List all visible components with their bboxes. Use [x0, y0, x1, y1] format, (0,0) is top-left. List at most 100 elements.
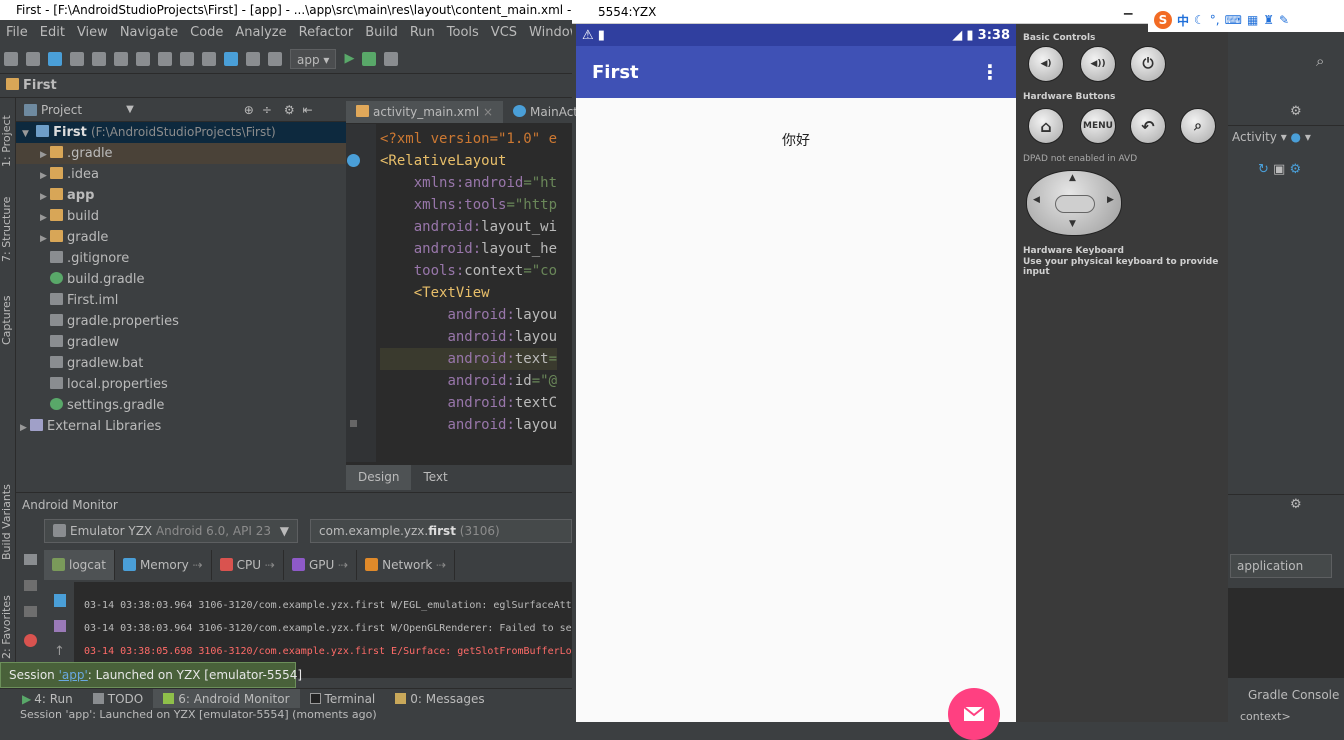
tooltip-link[interactable]: 'app': [59, 668, 88, 682]
camera-icon[interactable]: ▣: [1273, 162, 1285, 177]
menu-tools[interactable]: Tools: [441, 25, 485, 40]
fab-button[interactable]: [948, 688, 1000, 740]
tab-todo[interactable]: TODO: [83, 692, 153, 706]
tab-network[interactable]: Network ⇢: [357, 550, 456, 580]
pin-icon[interactable]: ⇢: [436, 558, 446, 572]
device-screen[interactable]: ⚠ ▮ ◢ ▮ 3:38 First ⋮ 你好: [576, 24, 1016, 740]
tab-cpu[interactable]: CPU ⇢: [212, 550, 284, 580]
tab-design[interactable]: Design: [346, 465, 412, 490]
minimize-button[interactable]: ▁: [1124, 2, 1146, 16]
chevron-down-icon[interactable]: ▼: [280, 520, 289, 542]
tree-item[interactable]: ▶ app: [16, 185, 346, 206]
side-tab-structure[interactable]: 7: Structure: [0, 194, 16, 264]
volume-down-button[interactable]: ◀): [1028, 46, 1064, 82]
ime-mode[interactable]: 中: [1177, 12, 1189, 29]
log-level-select[interactable]: application: [1230, 554, 1332, 578]
menu-view[interactable]: View: [71, 25, 114, 40]
forward-icon[interactable]: [246, 51, 260, 66]
gear-icon[interactable]: ⚙: [1290, 104, 1302, 119]
find-icon[interactable]: [180, 51, 194, 66]
shirt-icon[interactable]: ♜: [1263, 13, 1274, 27]
tab-activity-main[interactable]: activity_main.xml ×: [346, 101, 504, 123]
run-config-select[interactable]: app ▾: [290, 48, 337, 69]
tab-terminal[interactable]: Terminal: [300, 692, 386, 706]
tree-item[interactable]: ▶ build: [16, 206, 346, 227]
breadcrumb-item[interactable]: First: [23, 78, 57, 93]
expand-arrow-icon[interactable]: ▶: [40, 187, 50, 208]
undo-icon[interactable]: [70, 51, 84, 66]
gear-icon[interactable]: ⚙: [284, 103, 295, 117]
tab-gpu[interactable]: GPU ⇢: [284, 550, 358, 580]
back-icon[interactable]: [224, 51, 238, 66]
menu-refactor[interactable]: Refactor: [293, 25, 360, 40]
trash-icon[interactable]: [54, 594, 66, 607]
expand-arrow-icon[interactable]: ▶: [20, 418, 30, 439]
tree-item[interactable]: ▶ gradle: [16, 227, 346, 248]
tree-external-libraries[interactable]: ▶ External Libraries: [16, 416, 346, 437]
menu-button[interactable]: MENU: [1080, 108, 1116, 144]
tab-text[interactable]: Text: [411, 465, 459, 490]
search-button[interactable]: ⌕: [1180, 108, 1216, 144]
volume-up-button[interactable]: ◀)): [1080, 46, 1116, 82]
collapse-icon[interactable]: ÷: [262, 103, 272, 117]
open-icon[interactable]: [4, 51, 18, 66]
tab-run[interactable]: ▶ 4: Run: [0, 692, 83, 706]
locate-icon[interactable]: ⊕: [244, 103, 254, 117]
side-tab-captures[interactable]: Captures: [0, 288, 16, 352]
refresh-icon[interactable]: ↻: [1258, 162, 1269, 177]
chevron-down-icon[interactable]: ▼: [126, 104, 134, 115]
tree-item[interactable]: First.iml: [16, 290, 346, 311]
expand-arrow-icon[interactable]: ▶: [40, 145, 50, 166]
tree-item[interactable]: gradlew: [16, 332, 346, 353]
moon-icon[interactable]: ☾: [1194, 13, 1205, 27]
tree-item[interactable]: settings.gradle: [16, 395, 346, 416]
menu-vcs[interactable]: VCS: [485, 25, 523, 40]
hide-icon[interactable]: ⇤: [303, 103, 313, 117]
tools-icon[interactable]: ✎: [1279, 13, 1289, 27]
activity-select[interactable]: Activity ▾ ● ▾: [1232, 130, 1344, 150]
expand-arrow-icon[interactable]: ▶: [40, 229, 50, 250]
redo-icon[interactable]: [92, 51, 106, 66]
punctuation-icon[interactable]: °,: [1210, 13, 1220, 27]
globe-icon[interactable]: ●: [1291, 130, 1301, 144]
gear-icon[interactable]: ⚙: [1290, 497, 1302, 512]
settings-icon[interactable]: ⚙: [1289, 162, 1301, 177]
side-tab-build-variants[interactable]: Build Variants: [0, 482, 16, 562]
search-icon[interactable]: ⌕: [1316, 52, 1324, 70]
tree-item[interactable]: gradlew.bat: [16, 353, 346, 374]
project-view-select[interactable]: Project: [41, 103, 82, 117]
power-button[interactable]: ⏻: [1130, 46, 1166, 82]
pin-icon[interactable]: ⇢: [265, 558, 275, 572]
menu-edit[interactable]: Edit: [34, 25, 71, 40]
terminate-icon[interactable]: [24, 634, 37, 647]
keyboard-icon[interactable]: ⌨: [1225, 13, 1242, 27]
gradle-console-tab[interactable]: Gradle Console: [1236, 688, 1344, 708]
save-icon[interactable]: [26, 51, 40, 66]
tree-root[interactable]: ▼ First (F:\AndroidStudioProjects\First): [16, 122, 346, 143]
pin-icon[interactable]: ⇢: [338, 558, 348, 572]
menu-run[interactable]: Run: [404, 25, 441, 40]
expand-arrow-icon[interactable]: ▶: [40, 166, 50, 187]
record-icon[interactable]: [24, 580, 37, 591]
side-tab-favorites[interactable]: 2: Favorites: [0, 592, 16, 662]
sync-icon[interactable]: [48, 51, 62, 66]
home-button[interactable]: ⌂: [1028, 108, 1064, 144]
expand-arrow-icon[interactable]: ▼: [22, 124, 32, 145]
overflow-menu-icon[interactable]: ⋮: [980, 60, 1000, 84]
replace-icon[interactable]: [202, 51, 216, 66]
tree-item[interactable]: .gitignore: [16, 248, 346, 269]
back-button[interactable]: ↶: [1130, 108, 1166, 144]
profile-icon[interactable]: [384, 51, 399, 66]
run-icon[interactable]: ▶: [344, 51, 354, 66]
cut-icon[interactable]: [114, 51, 128, 66]
tree-item[interactable]: gradle.properties: [16, 311, 346, 332]
close-icon[interactable]: ×: [483, 105, 493, 119]
tab-messages[interactable]: 0: Messages: [385, 692, 494, 706]
tree-item[interactable]: build.gradle: [16, 269, 346, 290]
screenshot-icon[interactable]: [24, 554, 37, 565]
menu-build[interactable]: Build: [359, 25, 404, 40]
tab-logcat[interactable]: logcat: [44, 550, 115, 580]
tab-memory[interactable]: Memory ⇢: [115, 550, 212, 580]
code-content[interactable]: <?xml version="1.0" e <RelativeLayout xml…: [380, 128, 558, 436]
paste-icon[interactable]: [158, 51, 172, 66]
